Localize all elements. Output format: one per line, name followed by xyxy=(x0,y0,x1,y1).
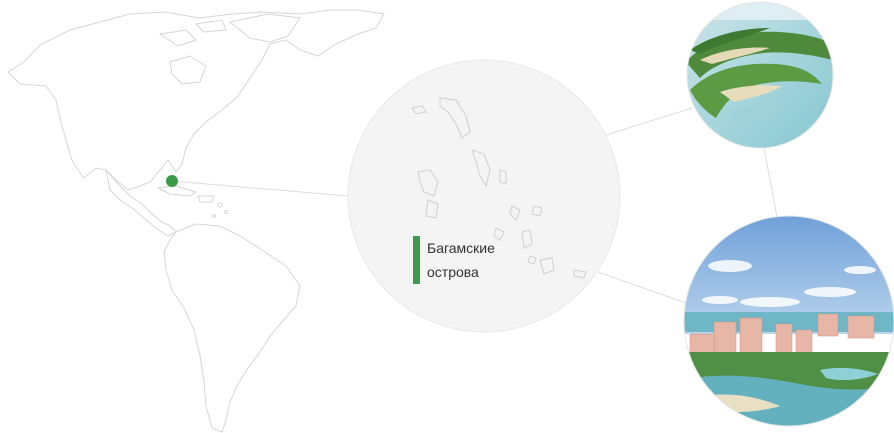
map-infographic xyxy=(7,1,894,433)
zoom-circle xyxy=(347,59,621,333)
region-label: Багамские острова xyxy=(413,236,517,284)
south-america-shape xyxy=(163,223,301,433)
cuba-shape xyxy=(157,185,197,197)
aerial-island-photo xyxy=(687,2,833,148)
north-america-shape xyxy=(7,9,385,191)
label-accent-bar xyxy=(413,236,420,284)
region-label-text: Багамские острова xyxy=(427,240,495,280)
resort-photo xyxy=(684,216,894,426)
hispaniola-shape xyxy=(197,195,215,203)
location-marker[interactable] xyxy=(166,175,178,187)
world-map xyxy=(7,9,385,433)
